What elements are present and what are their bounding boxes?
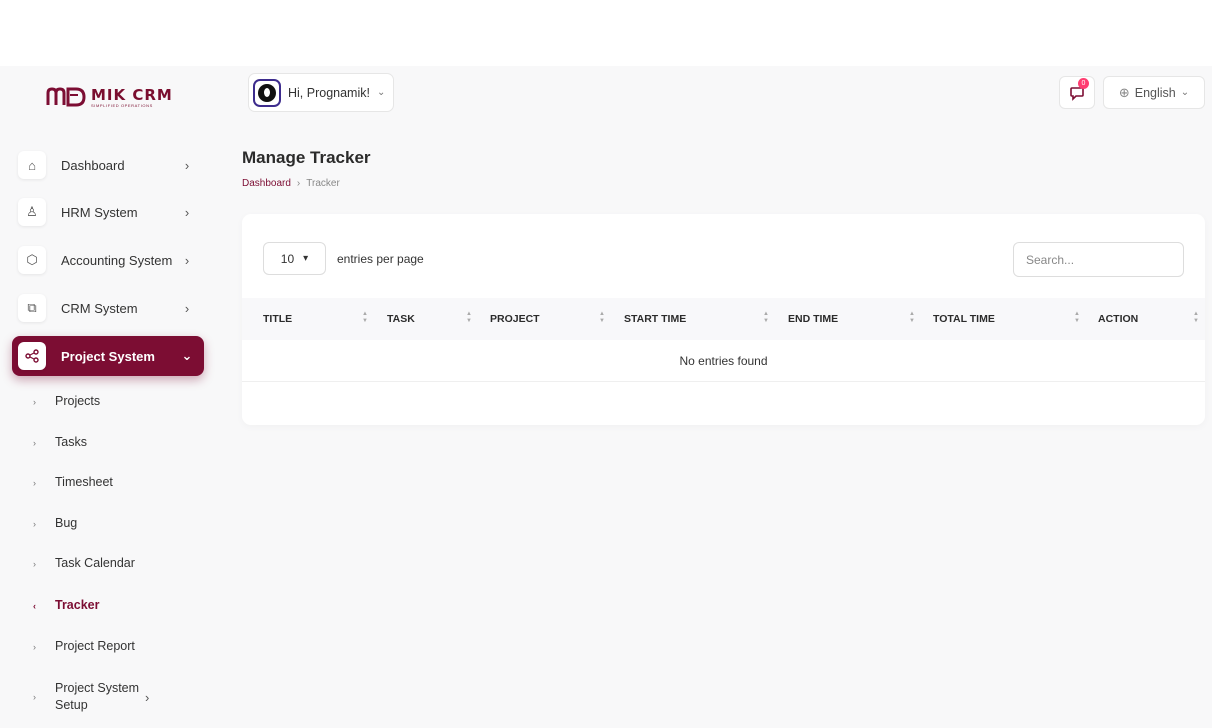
sidebar-item-project-system[interactable]: Project System ⌄ (12, 336, 204, 376)
column-header-project[interactable]: PROJECT (490, 298, 540, 340)
sidebar: MIK CRM SIMPLIFIED OPERATIONS ⌂ Dashboar… (0, 66, 218, 728)
sort-icon[interactable]: ▲ ▼ (362, 311, 368, 325)
subnav-item-project-system-setup[interactable]: › Project System Setup › (33, 680, 193, 714)
chevron-right-icon: › (184, 300, 190, 316)
bullet-icon: › (33, 437, 36, 448)
sidebar-item-crm-system[interactable]: ⧉ CRM System › (12, 288, 204, 328)
breadcrumb-dashboard-link[interactable]: Dashboard (242, 178, 291, 189)
user-menu-button[interactable]: Hi, Prognamik! ⌄ (248, 73, 395, 112)
per-page-value: 10 (280, 251, 295, 266)
column-header-task[interactable]: TASK (387, 298, 415, 340)
language-label: English (1134, 85, 1176, 100)
sidebar-item-dashboard[interactable]: ⌂ Dashboard › (12, 145, 204, 185)
sidebar-item-accounting-system[interactable]: ⬡ Accounting System › (12, 240, 204, 280)
column-header-end-time[interactable]: END TIME (788, 298, 838, 340)
breadcrumb: Dashboard › Tracker (242, 178, 340, 189)
chevron-right-icon: › (145, 689, 150, 705)
search-input[interactable] (1013, 242, 1184, 277)
sidebar-item-label: HRM System (61, 204, 138, 220)
sort-icon[interactable]: ▲ ▼ (1193, 311, 1199, 325)
per-page-select[interactable]: 10 ▾ (263, 242, 326, 275)
avatar (253, 78, 281, 107)
bullet-icon: ‹ (33, 600, 36, 611)
notification-button[interactable]: 0 (1059, 76, 1095, 109)
sort-icon[interactable]: ▲ ▼ (466, 311, 472, 325)
bullet-icon: › (33, 558, 36, 569)
subnav-item-project-report[interactable]: › Project Report (33, 638, 203, 655)
subnav-item-task-calendar[interactable]: › Task Calendar (33, 555, 203, 572)
empty-message: No entries found (679, 353, 768, 368)
bullet-icon: › (33, 518, 36, 529)
tracker-table-card: 10 ▾ entries per page TITLE ▲▼ TASK ▲▼ P… (242, 214, 1205, 425)
bullet-icon: › (33, 477, 36, 488)
sidebar-item-hrm-system[interactable]: ♙ HRM System › (12, 192, 204, 232)
subnav-item-timesheet[interactable]: › Timesheet (33, 474, 203, 491)
logo-mark: MIK CRM SIMPLIFIED OPERATIONS (46, 87, 173, 108)
sidebar-item-label: Project System (61, 348, 155, 364)
subnav-item-bug[interactable]: › Bug (33, 515, 203, 532)
chevron-right-icon: › (184, 252, 190, 268)
brand-name: MIK CRM (91, 85, 173, 104)
sort-icon[interactable]: ▲ ▼ (1074, 311, 1080, 325)
share-icon (18, 342, 46, 370)
column-header-start-time[interactable]: START TIME (624, 298, 686, 340)
chevron-down-icon: ⌄ (1180, 87, 1190, 98)
language-selector[interactable]: ⊕ English ⌄ (1103, 76, 1205, 109)
sort-icon[interactable]: ▲ ▼ (599, 311, 605, 325)
column-header-total-time[interactable]: TOTAL TIME (933, 298, 995, 340)
chevron-down-icon: ⌄ (376, 87, 386, 98)
chevron-right-icon: › (184, 157, 190, 173)
subnav-item-tasks[interactable]: › Tasks (33, 434, 203, 451)
sidebar-item-label: Dashboard (61, 157, 125, 173)
chevron-right-icon: › (184, 204, 190, 220)
notification-badge: 0 (1078, 78, 1089, 89)
app-root: MIK CRM SIMPLIFIED OPERATIONS ⌂ Dashboar… (0, 66, 1212, 728)
sidebar-item-label: CRM System (61, 300, 138, 316)
per-page-label: entries per page (337, 251, 424, 266)
chevron-down-icon: ▾ (303, 253, 309, 264)
home-icon: ⌂ (18, 151, 46, 179)
page-title: Manage Tracker (242, 148, 371, 167)
chevron-right-icon: › (296, 178, 301, 189)
logo-mark-icon (46, 87, 86, 107)
breadcrumb-current: Tracker (306, 178, 340, 189)
globe-icon: ⊕ (1118, 84, 1130, 100)
brand-logo[interactable]: MIK CRM SIMPLIFIED OPERATIONS (46, 82, 176, 112)
sort-icon[interactable]: ▲ ▼ (763, 311, 769, 325)
sidebar-item-label: Accounting System (61, 252, 173, 268)
layers-icon: ⧉ (18, 294, 46, 322)
chevron-down-icon: ⌄ (181, 348, 193, 363)
column-header-action[interactable]: ACTION (1098, 298, 1138, 340)
empty-table-row: No entries found (242, 340, 1205, 382)
bullet-icon: › (33, 692, 36, 702)
brand-tagline: SIMPLIFIED OPERATIONS (91, 102, 153, 108)
box-icon: ⬡ (18, 246, 46, 274)
bullet-icon: › (33, 641, 36, 652)
entries-per-page: 10 ▾ entries per page (263, 242, 424, 275)
user-greeting: Hi, Prognamik! (288, 85, 370, 100)
column-header-title[interactable]: TITLE (263, 298, 292, 340)
table-header: TITLE ▲ ▼ TASK ▲ ▼ PROJECT ▲ ▼ START TIME ▲… (242, 298, 1205, 340)
subnav-item-tracker[interactable]: ‹ Tracker (33, 597, 203, 614)
subnav-item-projects[interactable]: › Projects (33, 393, 203, 410)
user-icon: ♙ (18, 198, 46, 226)
bullet-icon: › (33, 396, 36, 407)
sort-icon[interactable]: ▲ ▼ (909, 311, 915, 325)
